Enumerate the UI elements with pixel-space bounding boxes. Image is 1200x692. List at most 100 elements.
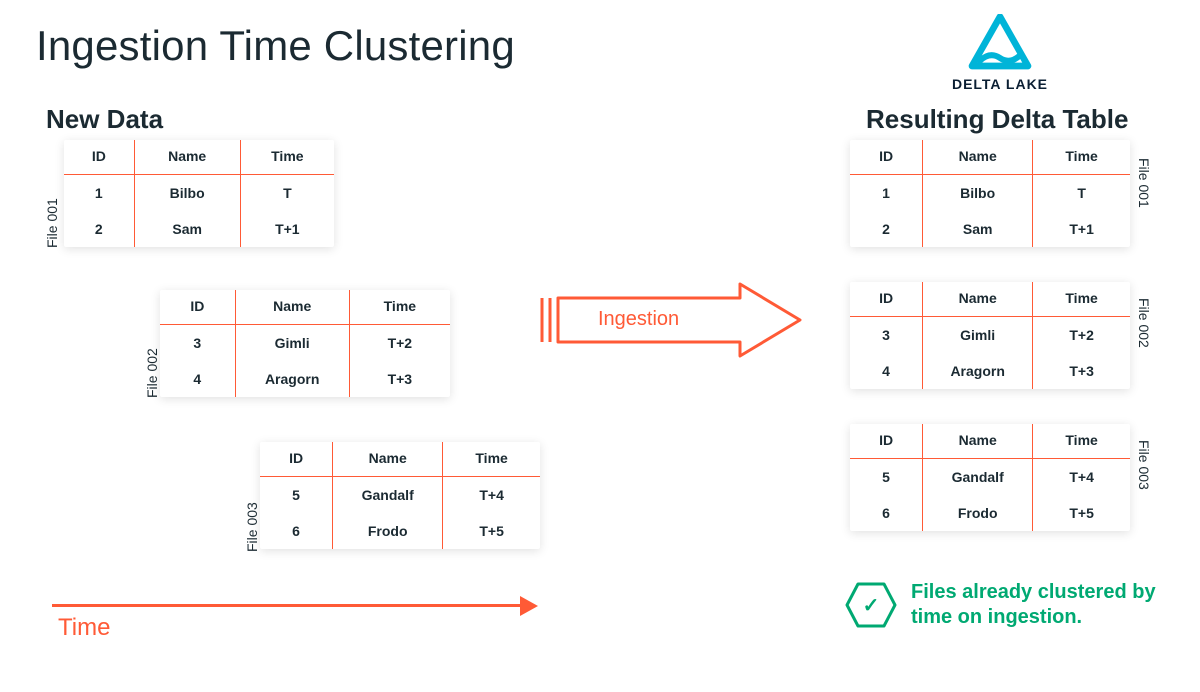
col-id: ID xyxy=(850,282,923,317)
cell-id: 5 xyxy=(850,459,923,496)
cell-id: 5 xyxy=(260,477,333,514)
cell-time: T+4 xyxy=(1033,459,1130,496)
cell-id: 6 xyxy=(850,495,923,531)
col-name: Name xyxy=(333,442,443,477)
table: ID Name Time 3 Gimli T+2 4 Aragorn T+3 xyxy=(850,282,1130,389)
col-id: ID xyxy=(160,290,235,325)
check-icon: ✓ xyxy=(845,582,897,628)
cell-time: T+5 xyxy=(1033,495,1130,531)
table-row: 6 Frodo T+5 xyxy=(850,495,1130,531)
cell-time: T+1 xyxy=(1033,211,1130,247)
file-label-left-2: File 002 xyxy=(144,348,160,398)
cell-name: Frodo xyxy=(333,513,443,549)
col-time: Time xyxy=(240,140,334,175)
table-row: 2 Sam T+1 xyxy=(850,211,1130,247)
cell-name: Sam xyxy=(923,211,1033,247)
table: ID Name Time 5 Gandalf T+4 6 Frodo T+5 xyxy=(260,442,540,549)
arrow-right-icon xyxy=(520,596,538,616)
table-row: 4 Aragorn T+3 xyxy=(160,361,450,397)
col-time: Time xyxy=(349,290,450,325)
cell-time: T+4 xyxy=(443,477,540,514)
cell-name: Gandalf xyxy=(923,459,1033,496)
col-time: Time xyxy=(1033,140,1130,175)
cell-time: T+3 xyxy=(1033,353,1130,389)
col-id: ID xyxy=(850,424,923,459)
cell-id: 4 xyxy=(160,361,235,397)
cell-time: T+3 xyxy=(349,361,450,397)
ingestion-arrow-label: Ingestion xyxy=(598,308,679,331)
col-id: ID xyxy=(260,442,333,477)
cell-name: Bilbo xyxy=(923,175,1033,212)
cell-id: 2 xyxy=(64,211,134,247)
col-name: Name xyxy=(134,140,240,175)
cell-id: 6 xyxy=(260,513,333,549)
cell-id: 3 xyxy=(160,325,235,362)
table-row: 5 Gandalf T+4 xyxy=(260,477,540,514)
table: ID Name Time 1 Bilbo T 2 Sam T+1 xyxy=(64,140,334,247)
time-axis-label: Time xyxy=(58,614,110,642)
table-row: 3 Gimli T+2 xyxy=(160,325,450,362)
table-row: 2 Sam T+1 xyxy=(64,211,334,247)
cell-time: T+1 xyxy=(240,211,334,247)
file-label-right-1: File 001 xyxy=(1136,158,1152,208)
hexagon-check-icon: ✓ xyxy=(845,582,897,628)
col-name: Name xyxy=(923,140,1033,175)
cell-name: Sam xyxy=(134,211,240,247)
delta-lake-logo: DELTA LAKE xyxy=(940,14,1060,92)
file-label-right-3: File 003 xyxy=(1136,440,1152,490)
cell-id: 2 xyxy=(850,211,923,247)
cell-time: T xyxy=(240,175,334,212)
result-file-3: ID Name Time 5 Gandalf T+4 6 Frodo T+5 xyxy=(850,424,1130,531)
new-data-file-1: ID Name Time 1 Bilbo T 2 Sam T+1 xyxy=(64,140,334,247)
cell-name: Aragorn xyxy=(923,353,1033,389)
file-label-left-3: File 003 xyxy=(244,502,260,552)
table: ID Name Time 3 Gimli T+2 4 Aragorn T+3 xyxy=(160,290,450,397)
cell-name: Gimli xyxy=(235,325,349,362)
file-label-left-1: File 001 xyxy=(44,198,60,248)
table: ID Name Time 1 Bilbo T 2 Sam T+1 xyxy=(850,140,1130,247)
cell-id: 3 xyxy=(850,317,923,354)
col-name: Name xyxy=(923,282,1033,317)
table-row: 5 Gandalf T+4 xyxy=(850,459,1130,496)
cell-name: Frodo xyxy=(923,495,1033,531)
ingestion-arrow: Ingestion xyxy=(540,280,810,360)
cell-name: Gandalf xyxy=(333,477,443,514)
clustered-badge-text: Files already clustered by time on inges… xyxy=(911,580,1191,630)
cell-id: 4 xyxy=(850,353,923,389)
new-data-heading: New Data xyxy=(46,104,163,135)
delta-lake-triangle-icon xyxy=(965,14,1035,74)
clustered-badge: ✓ Files already clustered by time on ing… xyxy=(845,580,1191,630)
cell-time: T+2 xyxy=(349,325,450,362)
resulting-table-heading: Resulting Delta Table xyxy=(866,104,1128,135)
cell-time: T+2 xyxy=(1033,317,1130,354)
col-time: Time xyxy=(1033,282,1130,317)
page-title: Ingestion Time Clustering xyxy=(36,22,515,70)
file-label-right-2: File 002 xyxy=(1136,298,1152,348)
cell-id: 1 xyxy=(64,175,134,212)
table-row: 1 Bilbo T xyxy=(850,175,1130,212)
time-axis: Time xyxy=(52,590,552,640)
delta-lake-logo-label: DELTA LAKE xyxy=(940,76,1060,92)
table-row: 3 Gimli T+2 xyxy=(850,317,1130,354)
table-row: 6 Frodo T+5 xyxy=(260,513,540,549)
col-id: ID xyxy=(850,140,923,175)
cell-time: T xyxy=(1033,175,1130,212)
col-id: ID xyxy=(64,140,134,175)
cell-name: Bilbo xyxy=(134,175,240,212)
col-time: Time xyxy=(1033,424,1130,459)
cell-id: 1 xyxy=(850,175,923,212)
new-data-file-3: ID Name Time 5 Gandalf T+4 6 Frodo T+5 xyxy=(260,442,540,549)
table-row: 1 Bilbo T xyxy=(64,175,334,212)
col-name: Name xyxy=(235,290,349,325)
table-row: 4 Aragorn T+3 xyxy=(850,353,1130,389)
result-file-2: ID Name Time 3 Gimli T+2 4 Aragorn T+3 xyxy=(850,282,1130,389)
col-name: Name xyxy=(923,424,1033,459)
new-data-file-2: ID Name Time 3 Gimli T+2 4 Aragorn T+3 xyxy=(160,290,450,397)
table: ID Name Time 5 Gandalf T+4 6 Frodo T+5 xyxy=(850,424,1130,531)
col-time: Time xyxy=(443,442,540,477)
cell-time: T+5 xyxy=(443,513,540,549)
cell-name: Aragorn xyxy=(235,361,349,397)
time-axis-line xyxy=(52,604,522,607)
result-file-1: ID Name Time 1 Bilbo T 2 Sam T+1 xyxy=(850,140,1130,247)
cell-name: Gimli xyxy=(923,317,1033,354)
